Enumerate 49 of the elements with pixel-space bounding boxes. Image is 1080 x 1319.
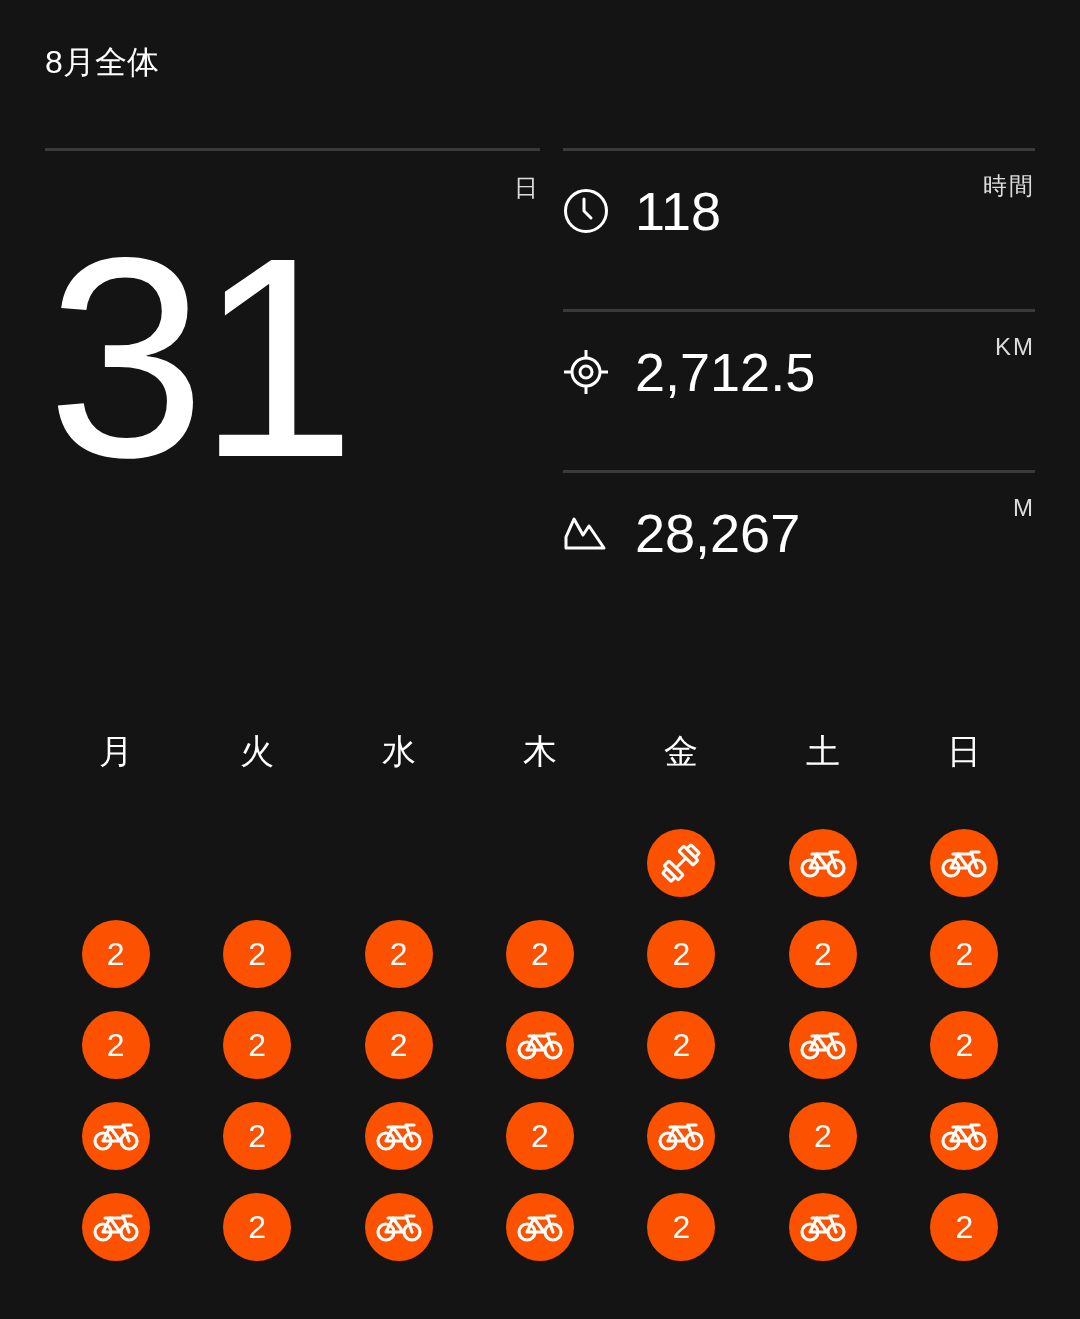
weekday-label: 月 <box>98 731 133 771</box>
stat-value: 28,267 <box>635 505 801 561</box>
activity-badge[interactable]: 2 <box>506 1102 574 1170</box>
activity-badge[interactable]: 2 <box>930 1193 999 1261</box>
weekday-label: 木 <box>523 731 557 771</box>
activity-badge[interactable]: 2 <box>223 1102 292 1170</box>
mountain-icon <box>563 515 607 551</box>
weekday-label: 火 <box>240 731 275 771</box>
activity-badge[interactable]: 2 <box>223 1011 292 1079</box>
bicycle-icon <box>941 1121 988 1151</box>
activity-badge[interactable]: 2 <box>223 1193 292 1261</box>
bicycle-icon <box>375 1121 422 1151</box>
activity-badge[interactable]: 2 <box>223 920 292 988</box>
bicycle-icon <box>799 1030 846 1060</box>
activity-badge[interactable]: 2 <box>647 1011 716 1079</box>
target-icon <box>563 349 609 395</box>
activity-badge[interactable]: 2 <box>788 920 857 988</box>
activity-badge[interactable]: 2 <box>930 920 999 988</box>
weekday-label: 金 <box>664 731 699 771</box>
bicycle-icon <box>941 848 988 878</box>
bicycle-icon <box>375 1212 422 1242</box>
weekday-label: 土 <box>805 731 840 771</box>
weekday-label: 日 <box>947 731 982 771</box>
activity-badge[interactable]: 2 <box>506 920 574 988</box>
activity-badge[interactable]: 2 <box>788 1102 857 1170</box>
activity-badge[interactable]: 2 <box>647 1193 716 1261</box>
unit-label: 時間 <box>983 171 1035 201</box>
unit-label: 日 <box>514 173 538 203</box>
unit-label: KM <box>995 332 1035 362</box>
bicycle-icon <box>92 1121 139 1151</box>
stat-value: 2,712.5 <box>635 344 816 400</box>
activity-badge[interactable]: 2 <box>930 1011 999 1079</box>
stat-value: 118 <box>635 183 722 239</box>
bicycle-icon <box>517 1030 563 1060</box>
bicycle-icon <box>799 1212 846 1242</box>
activity-badge[interactable]: 2 <box>81 1011 150 1079</box>
bicycle-icon <box>799 848 846 878</box>
page-title: 8月全体 <box>45 43 159 82</box>
bicycle-icon <box>92 1212 139 1242</box>
weekday-label: 水 <box>381 731 416 771</box>
activity-badge[interactable]: 2 <box>364 1011 433 1079</box>
day-count: 31 <box>47 217 348 497</box>
bicycle-icon <box>517 1212 563 1242</box>
activity-badge[interactable]: 2 <box>647 920 716 988</box>
activity-badge[interactable]: 2 <box>364 920 433 988</box>
unit-label: M <box>1013 493 1035 523</box>
clock-icon <box>563 188 609 234</box>
activity-badge[interactable]: 2 <box>81 920 150 988</box>
bicycle-icon <box>658 1121 705 1151</box>
